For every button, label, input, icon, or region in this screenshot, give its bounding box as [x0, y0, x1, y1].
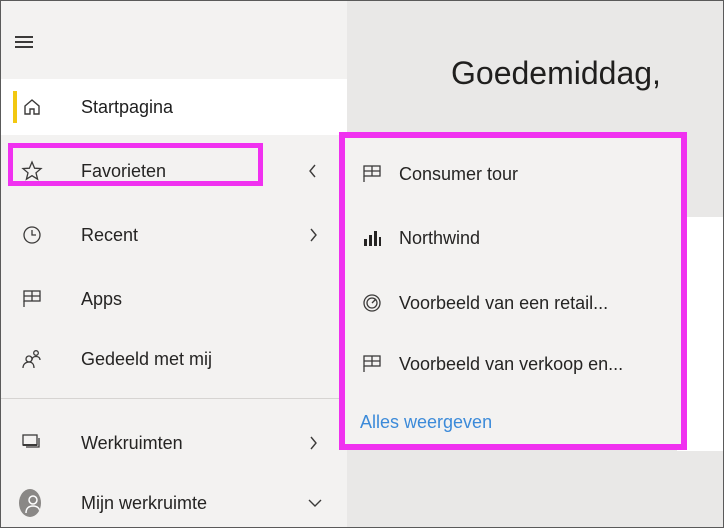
sidebar: Startpagina Favorieten Recent Apps Gedee… [1, 1, 347, 527]
selected-indicator [13, 91, 17, 123]
app-window: Startpagina Favorieten Recent Apps Gedee… [0, 0, 724, 528]
apps-icon [21, 288, 43, 310]
sidebar-item-label: Werkruimten [81, 432, 183, 453]
sidebar-item-home[interactable]: Startpagina [1, 79, 347, 135]
bar-chart-icon [361, 227, 383, 249]
sidebar-item-my-workspace[interactable]: Mijn werkruimte [1, 475, 347, 527]
sidebar-item-label: Mijn werkruimte [81, 492, 208, 513]
hamburger-menu-icon[interactable] [15, 31, 37, 49]
app-grid-icon [361, 353, 383, 375]
favorite-item-label: Voorbeeld van verkoop en... [399, 353, 624, 374]
app-grid-icon [361, 163, 383, 185]
sidebar-item-label: Apps [81, 288, 123, 309]
favorites-highlight-box [8, 143, 263, 186]
favorite-item-retail[interactable]: Voorbeeld van een retail... [345, 283, 681, 323]
avatar-icon [19, 489, 41, 517]
workspaces-icon [21, 432, 43, 454]
see-all-link[interactable]: Alles weergeven [360, 412, 492, 433]
favorite-item-label: Consumer tour [399, 163, 519, 184]
sidebar-item-label: Gedeeld met mij [81, 348, 213, 369]
chevron-down-icon[interactable] [305, 493, 325, 513]
favorite-item-northwind[interactable]: Northwind [345, 218, 681, 258]
sidebar-item-recent[interactable]: Recent [1, 207, 347, 263]
sidebar-item-workspaces[interactable]: Werkruimten [1, 415, 347, 471]
sidebar-item-label: Startpagina [81, 96, 174, 117]
favorite-item-label: Voorbeeld van een retail... [399, 292, 609, 313]
favorite-item-sales[interactable]: Voorbeeld van verkoop en... [345, 344, 681, 384]
home-icon [21, 96, 43, 118]
sidebar-item-apps[interactable]: Apps [1, 271, 347, 327]
favorite-item-label: Northwind [399, 227, 481, 248]
chevron-right-icon[interactable] [303, 225, 323, 245]
sidebar-divider [1, 398, 347, 399]
clock-icon [21, 224, 43, 246]
chevron-right-icon[interactable] [303, 433, 323, 453]
shared-people-icon [21, 348, 43, 370]
favorites-flyout: Consumer tour Northwind Voorbeeld van ee… [339, 132, 687, 450]
favorite-item-consumer-tour[interactable]: Consumer tour [345, 154, 681, 194]
dashboard-gauge-icon [361, 292, 383, 314]
sidebar-item-label: Recent [81, 224, 139, 245]
sidebar-item-shared[interactable]: Gedeeld met mij [1, 331, 347, 387]
chevron-left-icon[interactable] [303, 161, 323, 181]
page-greeting: Goedemiddag, [451, 55, 661, 91]
